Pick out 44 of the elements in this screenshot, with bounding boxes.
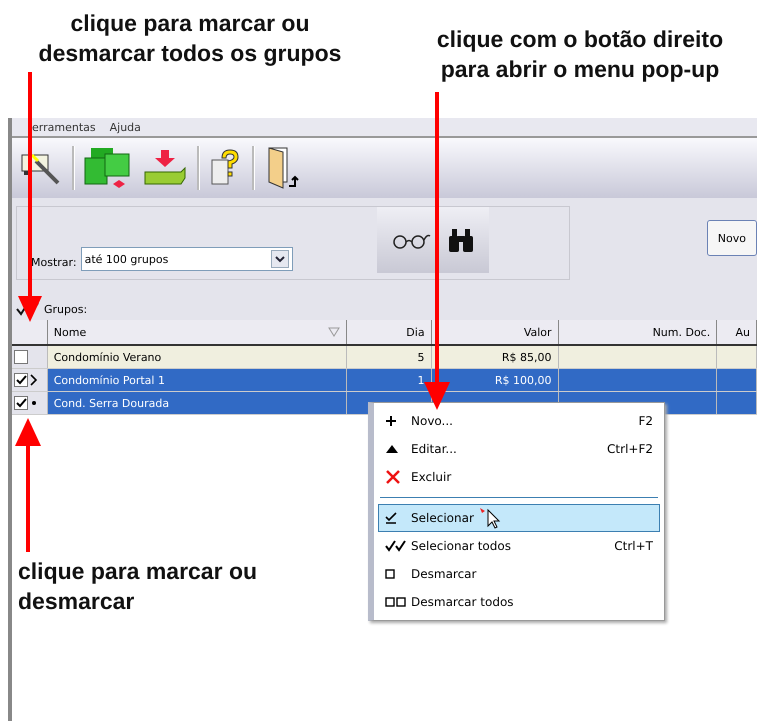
plus-icon [385,415,397,427]
column-header[interactable]: Valor [432,320,559,344]
filter-label: Mostrar: [31,256,77,269]
table-cell: R$ 100,00 [494,374,552,386]
menu-item[interactable]: erramentas [32,120,96,134]
groups-label: Grupos: [44,302,88,316]
checkbox[interactable] [14,373,28,387]
menu-item[interactable]: Excluir [378,463,660,491]
annotation-text: clique com o botão direito para abrir o menu pop-up [436,25,724,84]
menu-item[interactable]: Selecionar [378,504,660,532]
table-row[interactable]: Condomínio Portal 1 1 R$ 100,00 [12,369,757,392]
table-cell: Cond. Serra Dourada [54,396,170,410]
check-icon [385,512,397,524]
menu-item[interactable]: Editar... Ctrl+F2 [378,435,660,463]
table-row[interactable]: Condomínio Verano 5 R$ 85,00 [12,346,757,369]
menu-item[interactable]: Selecionar todos Ctrl+T [378,532,660,560]
menu-item[interactable]: Novo... F2 [378,407,660,435]
close-icon [385,469,401,485]
chevron-down-icon [270,250,289,268]
menu-item[interactable]: Ajuda [110,120,141,134]
table-cell: 5 [418,350,425,364]
new-button[interactable]: Novo [706,220,757,256]
checkbox[interactable] [14,350,28,364]
double-square-icon [385,597,407,607]
column-header[interactable]: Au [717,320,757,344]
annotation-text: clique para marcar ou desmarcar todos os grupos [38,9,342,68]
double-check-icon [385,540,407,552]
menu-item[interactable]: Desmarcar [378,560,660,588]
column-header[interactable]: Dia [347,320,432,344]
sort-triangle-icon [328,327,340,337]
annotation-text: clique para marcar ou desmarcar [18,557,258,616]
table-cell: Condomínio Verano [54,350,162,364]
column-header[interactable]: Nome [48,320,348,344]
table-cell: Condomínio Portal 1 [54,374,165,386]
row-pointer-icon [30,374,38,386]
table-cell: R$ 85,00 [502,350,552,364]
table-cell: 1 [418,374,425,386]
triangle-icon [385,444,399,454]
menu-item[interactable]: Desmarcar todos [378,588,660,616]
square-icon [385,569,395,579]
column-header[interactable]: Num. Doc. [558,320,718,344]
show-dropdown[interactable]: até 100 grupos [80,247,293,271]
checkbox[interactable] [14,396,28,410]
binoculars-icon[interactable] [446,226,475,254]
